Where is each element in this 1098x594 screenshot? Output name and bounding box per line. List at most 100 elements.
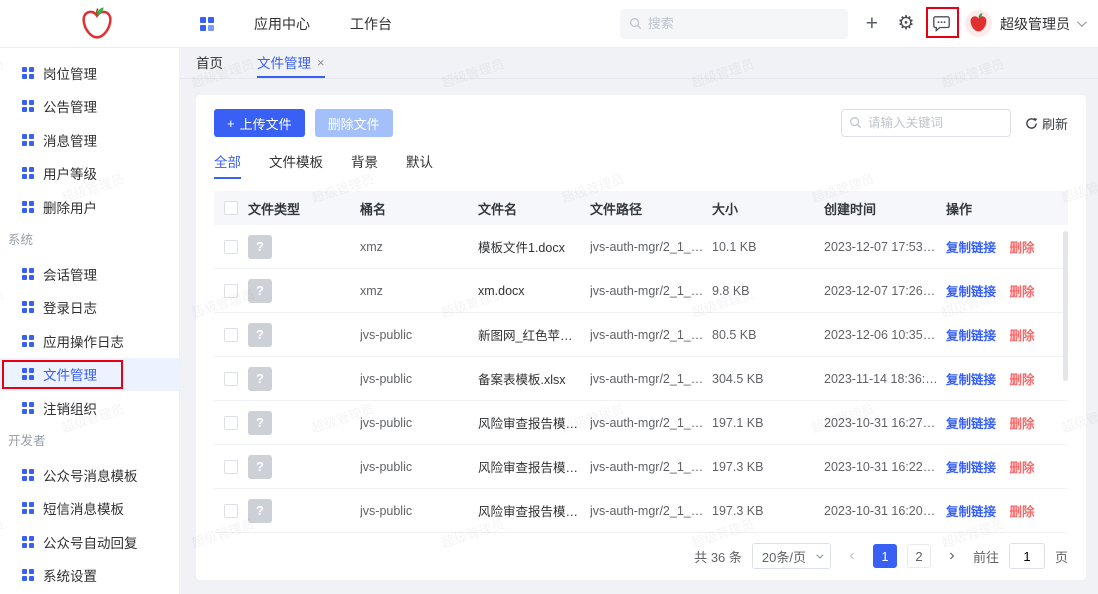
row-checkbox[interactable]: [224, 416, 238, 430]
sidebar-item-0-4[interactable]: 删除用户: [0, 190, 179, 224]
apps-grid-icon[interactable]: [200, 17, 214, 31]
table-row[interactable]: ? xmz xm.docx jvs-auth-mgr/2_1_8/1/... 9…: [214, 269, 1068, 313]
sidebar-item-0-1[interactable]: 公告管理: [0, 90, 179, 124]
file-path-cell: jvs-auth-mgr/2_1_8/1/...: [590, 372, 712, 386]
sidebar-item-0-2[interactable]: 消息管理: [0, 123, 179, 157]
tab-file-management[interactable]: 文件管理 ×: [257, 48, 325, 78]
table-row[interactable]: ? jvs-public 备案表模板.xlsx jvs-auth-mgr/2_1…: [214, 357, 1068, 401]
filter-tab-file-template[interactable]: 文件模板: [269, 151, 323, 179]
prev-page-button[interactable]: ‹: [841, 544, 863, 568]
delete-row-button[interactable]: 删除: [1010, 241, 1035, 255]
comment-bubble-icon: [932, 14, 951, 33]
select-all-checkbox[interactable]: [224, 201, 238, 215]
copy-link-button[interactable]: 复制链接: [946, 505, 996, 519]
sidebar-item-1-4[interactable]: 注销组织: [0, 391, 179, 425]
copy-link-button[interactable]: 复制链接: [946, 285, 996, 299]
sidebar-item-2-2[interactable]: 公众号自动回复: [0, 525, 179, 559]
file-type-icon: ?: [248, 455, 272, 479]
file-type-icon: ?: [248, 323, 272, 347]
goto-page-input[interactable]: [1009, 543, 1045, 569]
chevron-down-icon: [816, 551, 823, 558]
delete-row-button[interactable]: 删除: [1010, 373, 1035, 387]
column-header-file-path: 文件路径: [590, 199, 712, 218]
sidebar-item-1-3[interactable]: 文件管理: [0, 358, 179, 392]
upload-file-button[interactable]: + 上传文件: [214, 109, 305, 137]
grid-icon: [22, 100, 34, 112]
nav-app-center[interactable]: 应用中心: [254, 14, 310, 34]
size-cell: 10.1 KB: [712, 240, 824, 254]
user-name[interactable]: 超级管理员: [1000, 14, 1070, 34]
filter-tab-background[interactable]: 背景: [351, 151, 378, 179]
keyword-search[interactable]: [841, 109, 1011, 137]
row-checkbox[interactable]: [224, 372, 238, 386]
delete-row-button[interactable]: 删除: [1010, 285, 1035, 299]
table-row[interactable]: ? jvs-public 新图网_红色苹果标图... jvs-auth-mgr/…: [214, 313, 1068, 357]
delete-row-button[interactable]: 删除: [1010, 505, 1035, 519]
sidebar-item-label: 公众号自动回复: [43, 532, 138, 552]
table-row[interactable]: ? jvs-public 风险审查报告模板test... jvs-auth-mg…: [214, 401, 1068, 445]
sidebar-item-1-2[interactable]: 应用操作日志: [0, 324, 179, 358]
avatar[interactable]: [965, 10, 992, 37]
copy-link-button[interactable]: 复制链接: [946, 373, 996, 387]
row-checkbox[interactable]: [224, 460, 238, 474]
page-button-1[interactable]: 1: [873, 544, 897, 568]
sidebar-item-0-0[interactable]: 岗位管理: [0, 56, 179, 90]
keyword-search-input[interactable]: [841, 109, 1011, 137]
sidebar-item-label: 文件管理: [43, 364, 97, 384]
chevron-down-icon[interactable]: [1077, 17, 1087, 27]
sidebar-item-2-1[interactable]: 短信消息模板: [0, 492, 179, 526]
tab-label: 首页: [196, 52, 223, 72]
delete-row-button[interactable]: 删除: [1010, 417, 1035, 431]
refresh-button[interactable]: 刷新: [1025, 114, 1068, 133]
sidebar-item-0-3[interactable]: 用户等级: [0, 157, 179, 191]
table-header: 文件类型 桶名 文件名 文件路径 大小 创建时间 操作: [214, 191, 1068, 225]
table-row[interactable]: ? xmz 模板文件1.docx jvs-auth-mgr/2_1_8/1/..…: [214, 225, 1068, 269]
copy-link-button[interactable]: 复制链接: [946, 241, 996, 255]
sidebar-item-label: 公众号消息模板: [43, 465, 138, 485]
row-checkbox[interactable]: [224, 284, 238, 298]
table-row[interactable]: ? jvs-public 风险审查报告模板test... jvs-auth-mg…: [214, 489, 1068, 533]
copy-link-button[interactable]: 复制链接: [946, 417, 996, 431]
sidebar-item-2-0[interactable]: 公众号消息模板: [0, 458, 179, 492]
file-type-icon: ?: [248, 279, 272, 303]
row-checkbox[interactable]: [224, 328, 238, 342]
row-checkbox[interactable]: [224, 240, 238, 254]
page-button-2[interactable]: 2: [907, 544, 931, 568]
nav-workbench[interactable]: 工作台: [350, 14, 392, 34]
file-path-cell: jvs-auth-mgr/2_1_8/1/...: [590, 416, 712, 430]
global-search-input[interactable]: [620, 9, 848, 39]
sidebar-item-2-3[interactable]: 系统设置: [0, 559, 179, 593]
bucket-cell: jvs-public: [360, 504, 478, 518]
grid-icon: [22, 201, 34, 213]
tab-home[interactable]: 首页: [196, 48, 223, 78]
page-unit: 页: [1055, 547, 1068, 566]
table-row[interactable]: ? jvs-public 风险审查报告模板test... jvs-auth-mg…: [214, 445, 1068, 489]
column-header-created-time: 创建时间: [824, 199, 946, 218]
gear-icon[interactable]: ⚙: [894, 12, 918, 35]
sidebar-group-label: 开发者: [0, 425, 179, 459]
global-search[interactable]: [620, 9, 848, 39]
grid-icon: [22, 67, 34, 79]
grid-icon: [22, 469, 34, 481]
copy-link-button[interactable]: 复制链接: [946, 329, 996, 343]
row-checkbox[interactable]: [224, 504, 238, 518]
delete-files-button[interactable]: 删除文件: [315, 109, 393, 137]
created-time-cell: 2023-10-31 16:22:35: [824, 460, 946, 474]
copy-link-button[interactable]: 复制链接: [946, 461, 996, 475]
sidebar-item-1-0[interactable]: 会话管理: [0, 257, 179, 291]
page-size-select[interactable]: 20条/页: [752, 543, 831, 569]
sidebar-item-1-1[interactable]: 登录日志: [0, 291, 179, 325]
delete-row-button[interactable]: 删除: [1010, 461, 1035, 475]
delete-row-button[interactable]: 删除: [1010, 329, 1035, 343]
message-icon[interactable]: [932, 14, 951, 33]
size-cell: 197.3 KB: [712, 460, 824, 474]
file-path-cell: jvs-auth-mgr/2_1_8/1/...: [590, 284, 712, 298]
grid-icon: [22, 569, 34, 581]
filter-tab-default[interactable]: 默认: [406, 151, 433, 179]
close-icon[interactable]: ×: [317, 55, 325, 70]
next-page-button[interactable]: ›: [941, 544, 963, 568]
filter-tab-all[interactable]: 全部: [214, 151, 241, 179]
table-scrollbar[interactable]: [1063, 231, 1068, 381]
plus-icon[interactable]: +: [866, 12, 878, 36]
sidebar-item-label: 岗位管理: [43, 63, 97, 83]
